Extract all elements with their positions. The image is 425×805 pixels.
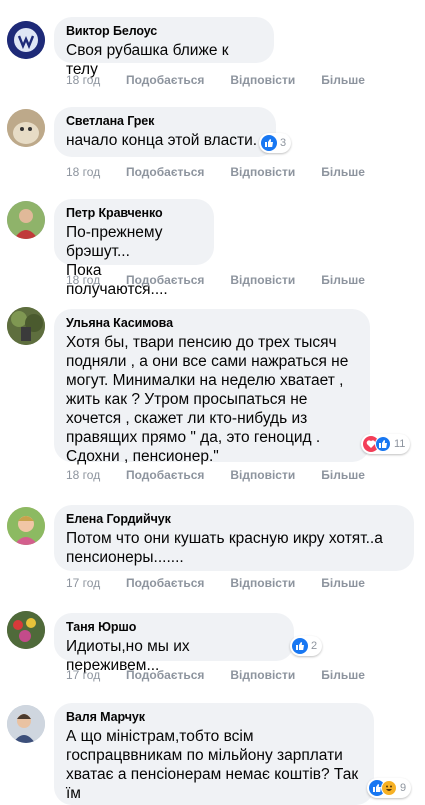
comment-time[interactable]: 18 год xyxy=(66,273,126,287)
comment-text: начало конца этой власти. xyxy=(66,132,258,149)
comment-bubble: Виктор Белоус Своя рубашка ближе к телу xyxy=(54,17,274,78)
haha-reaction-icon xyxy=(381,780,397,796)
comment-actions: 17 год Подобається Відповісти Більше xyxy=(66,576,391,590)
comment-actions: 18 год Подобається Відповісти Більше xyxy=(66,273,391,287)
more-link[interactable]: Більше xyxy=(321,576,365,590)
cat-avatar-icon xyxy=(7,109,45,147)
like-reaction-icon xyxy=(261,135,277,151)
reactions-badge[interactable]: 3 xyxy=(259,133,292,153)
comment-actions: 18 год Подобається Відповісти Більше xyxy=(66,73,391,87)
comment-time[interactable]: 18 год xyxy=(66,468,126,482)
comment-time[interactable]: 17 год xyxy=(66,668,126,682)
comment-author[interactable]: Виктор Белоус xyxy=(66,23,262,39)
reply-link[interactable]: Відповісти xyxy=(230,468,295,482)
comment-bubble: Ульяна Касимова Хотя бы, твари пенсию до… xyxy=(54,309,370,465)
reply-link[interactable]: Відповісти xyxy=(230,576,295,590)
comment-text: По-прежнему брэшут... Пока получаются...… xyxy=(66,224,168,298)
more-link[interactable]: Більше xyxy=(321,165,365,179)
reply-link[interactable]: Відповісти xyxy=(230,273,295,287)
comment-author[interactable]: Елена Гордийчук xyxy=(66,511,402,527)
comment-actions: 17 год Подобається Відповісти Більше xyxy=(66,668,391,682)
comment-bubble: Елена Гордийчук Потом что они кушать кра… xyxy=(54,505,414,571)
comment-time[interactable]: 18 год xyxy=(66,73,126,87)
logo-avatar-icon xyxy=(7,21,45,59)
reactions-count: 9 xyxy=(400,782,407,794)
comment-author[interactable]: Ульяна Касимова xyxy=(66,315,358,331)
comment-bubble: Таня Юршо Идиоты,но мы их переживем... xyxy=(54,613,294,674)
avatar[interactable] xyxy=(7,611,45,649)
like-link[interactable]: Подобається xyxy=(126,73,204,87)
flowers-avatar-icon xyxy=(7,611,45,649)
comment-time[interactable]: 17 год xyxy=(66,576,126,590)
reactions-badge[interactable]: 11 xyxy=(361,434,411,454)
reactions-badge[interactable]: 9 xyxy=(367,778,412,798)
reply-link[interactable]: Відповісти xyxy=(230,165,295,179)
more-link[interactable]: Більше xyxy=(321,73,365,87)
like-link[interactable]: Подобається xyxy=(126,668,204,682)
reactions-count: 2 xyxy=(311,640,318,652)
reply-link[interactable]: Відповісти xyxy=(230,73,295,87)
reactions-count: 3 xyxy=(280,137,287,149)
avatar[interactable] xyxy=(7,201,45,239)
reactions-count: 11 xyxy=(394,438,406,450)
comment-bubble: Валя Марчук А що міністрам,тобто всім го… xyxy=(54,703,374,805)
comment-author[interactable]: Светлана Грек xyxy=(66,113,264,129)
person-avatar-icon xyxy=(7,201,45,239)
comment-bubble: Светлана Грек начало конца этой власти. xyxy=(54,107,276,157)
comment-text: Потом что они кушать красную икру хотят.… xyxy=(66,530,383,566)
more-link[interactable]: Більше xyxy=(321,468,365,482)
comment-time[interactable]: 18 год xyxy=(66,165,126,179)
comment-bubble: Петр Кравченко По-прежнему брэшут... Пок… xyxy=(54,199,214,298)
avatar[interactable] xyxy=(7,109,45,147)
avatar[interactable] xyxy=(7,507,45,545)
like-reaction-icon xyxy=(375,436,391,452)
more-link[interactable]: Більше xyxy=(321,273,365,287)
avatar[interactable] xyxy=(7,21,45,59)
comment-author[interactable]: Валя Марчук xyxy=(66,709,362,725)
comment-actions: 18 год Подобається Відповісти Більше xyxy=(66,165,391,179)
avatar[interactable] xyxy=(7,307,45,345)
avatar[interactable] xyxy=(7,705,45,743)
comment-author[interactable]: Таня Юршо xyxy=(66,619,282,635)
nature-avatar-icon xyxy=(7,307,45,345)
person-avatar-icon xyxy=(7,507,45,545)
person-avatar-icon xyxy=(7,705,45,743)
like-link[interactable]: Подобається xyxy=(126,273,204,287)
reactions-badge[interactable]: 2 xyxy=(290,636,323,656)
more-link[interactable]: Більше xyxy=(321,668,365,682)
reply-link[interactable]: Відповісти xyxy=(230,668,295,682)
comment-author[interactable]: Петр Кравченко xyxy=(66,205,202,221)
comment-text: Хотя бы, твари пенсию до трех тысяч подн… xyxy=(66,334,349,465)
like-link[interactable]: Подобається xyxy=(126,468,204,482)
comment-text: А що міністрам,тобто всім госпрацввникам… xyxy=(66,728,359,802)
like-link[interactable]: Подобається xyxy=(126,576,204,590)
like-reaction-icon xyxy=(292,638,308,654)
like-link[interactable]: Подобається xyxy=(126,165,204,179)
comment-actions: 18 год Подобається Відповісти Більше xyxy=(66,468,391,482)
